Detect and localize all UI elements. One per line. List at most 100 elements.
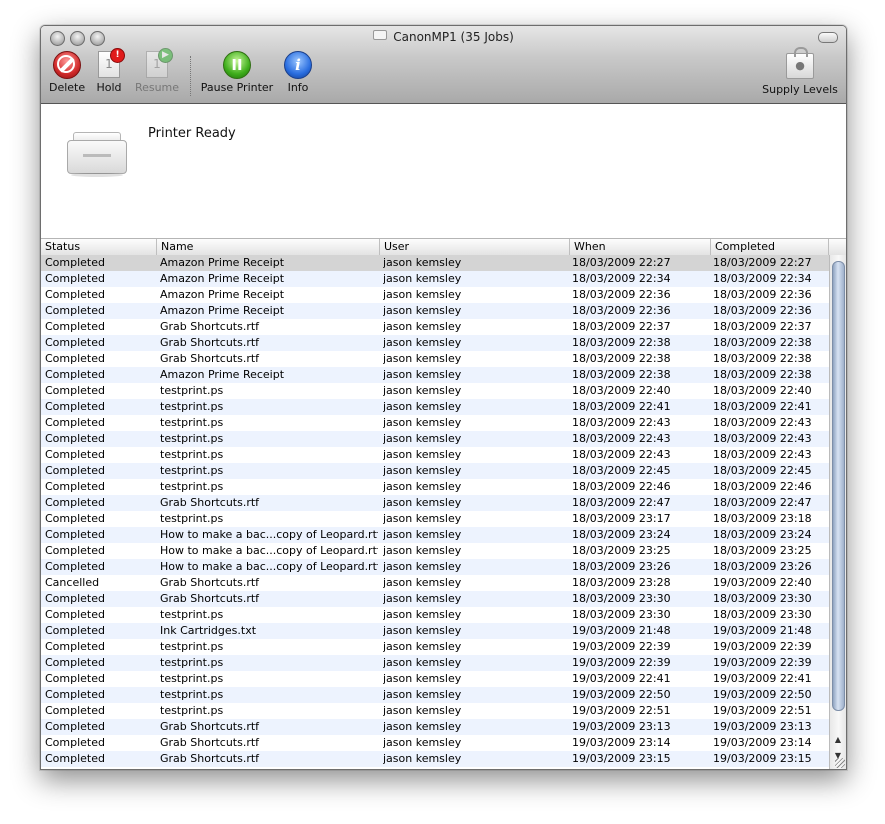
- column-header-when[interactable]: When: [570, 239, 711, 255]
- table-row[interactable]: Completed Grab Shortcuts.rtf jason kemsley…: [41, 335, 829, 351]
- cell-completed: 18/03/2009 22:40: [713, 384, 812, 397]
- cell-completed: 18/03/2009 23:25: [713, 544, 812, 557]
- resize-grip-icon[interactable]: [835, 758, 845, 768]
- window-title-text: CanonMP1 (35 Jobs): [393, 30, 514, 44]
- cell-when: 18/03/2009 22:43: [572, 432, 671, 445]
- cell-user: jason kemsley: [383, 528, 462, 541]
- table-row[interactable]: Completed testprint.ps jason kemsley 19/03/…: [41, 687, 829, 703]
- cell-name: testprint.ps: [160, 640, 224, 653]
- table-row[interactable]: Completed testprint.ps jason kemsley 18/03/…: [41, 399, 829, 415]
- table-row[interactable]: Completed Grab Shortcuts.rtf jason kemsley…: [41, 751, 829, 767]
- pause-printer-button[interactable]: II Pause Printer: [199, 51, 275, 94]
- supply-levels-button[interactable]: ● Supply Levels: [761, 47, 839, 96]
- table-row[interactable]: Completed testprint.ps jason kemsley 18/03/…: [41, 415, 829, 431]
- table-row[interactable]: Completed testprint.ps jason kemsley 18/03/…: [41, 511, 829, 527]
- table-row[interactable]: Completed Amazon Prime Receipt jason kemsl…: [41, 303, 829, 319]
- scroll-up-arrow-icon[interactable]: ▲: [833, 735, 843, 744]
- cell-user: jason kemsley: [383, 432, 462, 445]
- delete-button[interactable]: Delete: [49, 51, 85, 94]
- cell-name: testprint.ps: [160, 400, 224, 413]
- cell-user: jason kemsley: [383, 640, 462, 653]
- table-row[interactable]: Completed Grab Shortcuts.rtf jason kemsley…: [41, 591, 829, 607]
- cell-name: testprint.ps: [160, 512, 224, 525]
- resume-play-icon: ▶: [158, 48, 173, 63]
- column-header-status[interactable]: Status: [41, 239, 157, 255]
- table-row[interactable]: Completed testprint.ps jason kemsley 18/03/…: [41, 463, 829, 479]
- pause-printer-label: Pause Printer: [200, 81, 274, 94]
- table-row[interactable]: Completed Grab Shortcuts.rtf jason kemsley…: [41, 719, 829, 735]
- cell-completed: 18/03/2009 23:30: [713, 592, 812, 605]
- table-row[interactable]: Completed How to make a bac...copy of Leo…: [41, 527, 829, 543]
- table-header: Status Name User When Completed: [41, 238, 846, 256]
- info-icon: i: [284, 51, 312, 79]
- cell-status: Completed: [45, 656, 105, 669]
- table-row[interactable]: Completed testprint.ps jason kemsley 19/03/…: [41, 639, 829, 655]
- table-row[interactable]: Completed Grab Shortcuts.rtf jason kemsley…: [41, 319, 829, 335]
- table-row[interactable]: Completed Amazon Prime Receipt jason kemsl…: [41, 367, 829, 383]
- cell-name: Amazon Prime Receipt: [160, 272, 285, 285]
- cell-name: Grab Shortcuts.rtf: [160, 320, 260, 333]
- cell-when: 18/03/2009 22:38: [572, 368, 671, 381]
- cell-name: testprint.ps: [160, 608, 224, 621]
- cell-status: Completed: [45, 720, 105, 733]
- cell-status: Completed: [45, 528, 105, 541]
- table-row[interactable]: Completed Amazon Prime Receipt jason kemsl…: [41, 255, 829, 271]
- cell-status: Completed: [45, 464, 105, 477]
- table-row[interactable]: Completed Ink Cartridges.txt jason kemsley…: [41, 623, 829, 639]
- cell-status: Completed: [45, 336, 105, 349]
- cell-completed: 18/03/2009 22:37: [713, 320, 812, 333]
- table-row[interactable]: Completed testprint.ps jason kemsley 19/03/…: [41, 703, 829, 719]
- resume-button[interactable]: 1 ▶ Resume: [133, 48, 181, 94]
- info-button[interactable]: i Info: [283, 51, 313, 94]
- cell-name: testprint.ps: [160, 480, 224, 493]
- cell-when: 18/03/2009 23:30: [572, 592, 671, 605]
- resume-label: Resume: [134, 81, 180, 94]
- table-row[interactable]: Completed Amazon Prime Receipt jason kemsl…: [41, 271, 829, 287]
- cell-when: 18/03/2009 22:45: [572, 464, 671, 477]
- table-row[interactable]: Completed How to make a bac...copy of Leo…: [41, 559, 829, 575]
- table-row[interactable]: Completed testprint.ps jason kemsley 18/03/…: [41, 383, 829, 399]
- table-row[interactable]: Completed testprint.ps jason kemsley 18/03/…: [41, 447, 829, 463]
- column-header-completed[interactable]: Completed: [711, 239, 829, 255]
- cell-status: Cancelled: [45, 576, 100, 589]
- table-row[interactable]: Completed Amazon Prime Receipt jason kemsl…: [41, 287, 829, 303]
- column-header-user[interactable]: User: [380, 239, 570, 255]
- cell-user: jason kemsley: [383, 752, 462, 765]
- table-row[interactable]: Completed Grab Shortcuts.rtf jason kemsley…: [41, 351, 829, 367]
- cell-completed: 19/03/2009 22:50: [713, 688, 812, 701]
- table-row[interactable]: Completed Grab Shortcuts.rtf jason kemsley…: [41, 495, 829, 511]
- cell-name: Grab Shortcuts.rtf: [160, 736, 260, 749]
- table-row[interactable]: Completed testprint.ps jason kemsley 19/03/…: [41, 671, 829, 687]
- table-row[interactable]: Completed testprint.ps jason kemsley 18/03/…: [41, 431, 829, 447]
- cell-when: 18/03/2009 22:27: [572, 256, 671, 269]
- cell-name: Amazon Prime Receipt: [160, 304, 285, 317]
- column-header-name[interactable]: Name: [157, 239, 380, 255]
- table-row[interactable]: Cancelled Grab Shortcuts.rtf jason kemsley…: [41, 575, 829, 591]
- table-row[interactable]: Completed testprint.ps jason kemsley 18/03/…: [41, 479, 829, 495]
- cell-when: 18/03/2009 22:47: [572, 496, 671, 509]
- toolbar-toggle-button[interactable]: [818, 32, 838, 43]
- cell-user: jason kemsley: [383, 384, 462, 397]
- cell-status: Completed: [45, 736, 105, 749]
- cell-status: Completed: [45, 320, 105, 333]
- resume-document-icon: 1 ▶: [146, 48, 173, 78]
- cell-when: 18/03/2009 22:34: [572, 272, 671, 285]
- table-row[interactable]: Completed How to make a bac...copy of Leo…: [41, 543, 829, 559]
- table-row[interactable]: Completed Grab Shortcuts.rtf jason kemsley…: [41, 735, 829, 751]
- cell-when: 18/03/2009 22:40: [572, 384, 671, 397]
- cell-when: 19/03/2009 23:13: [572, 720, 671, 733]
- table-row[interactable]: Completed testprint.ps jason kemsley 19/03/…: [41, 655, 829, 671]
- cell-completed: 19/03/2009 23:14: [713, 736, 812, 749]
- scrollbar-thumb[interactable]: [832, 261, 845, 711]
- cell-user: jason kemsley: [383, 336, 462, 349]
- hold-button[interactable]: 1! Hold: [93, 48, 125, 94]
- vertical-scrollbar[interactable]: ▲ ▼: [829, 255, 846, 769]
- cell-when: 18/03/2009 22:41: [572, 400, 671, 413]
- printer-small-icon: [373, 30, 388, 40]
- cell-user: jason kemsley: [383, 560, 462, 573]
- cell-user: jason kemsley: [383, 592, 462, 605]
- delete-icon: [53, 51, 81, 79]
- cell-status: Completed: [45, 624, 105, 637]
- cell-status: Completed: [45, 512, 105, 525]
- table-row[interactable]: Completed testprint.ps jason kemsley 18/03/…: [41, 607, 829, 623]
